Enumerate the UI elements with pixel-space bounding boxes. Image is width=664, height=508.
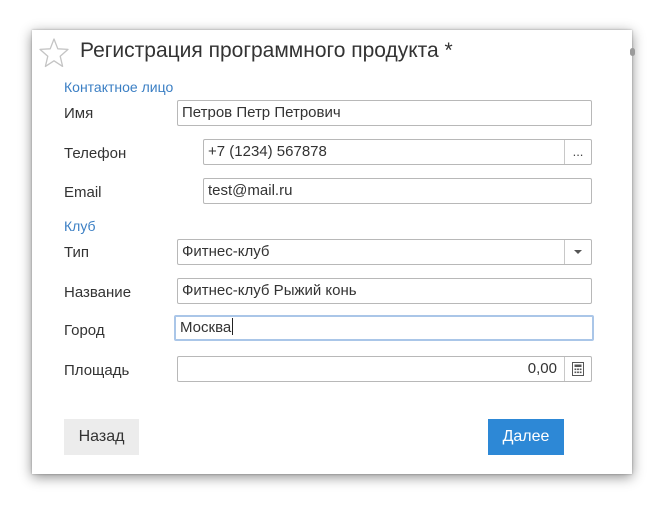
type-value: Фитнес-клуб: [182, 243, 270, 260]
dialog-title: Регистрация программного продукта *: [80, 39, 453, 62]
registration-dialog: Регистрация программного продукта * Конт…: [32, 30, 635, 474]
area-value: 0,00: [527, 360, 557, 377]
email-label: Email: [64, 184, 102, 201]
city-value: Москва: [180, 319, 232, 336]
email-value: test@mail.ru: [208, 182, 293, 199]
phone-select-button[interactable]: ...: [564, 140, 591, 164]
section-club: Клуб: [64, 218, 96, 234]
text-caret: [232, 318, 234, 335]
back-button[interactable]: Назад: [64, 419, 139, 455]
type-select[interactable]: Фитнес-клуб: [177, 239, 592, 265]
phone-value: +7 (1234) 567878: [208, 143, 327, 160]
calculator-icon[interactable]: [564, 357, 591, 381]
next-button[interactable]: Далее: [488, 419, 564, 455]
city-input[interactable]: Москва: [174, 315, 594, 341]
phone-label: Телефон: [64, 145, 127, 162]
email-input[interactable]: test@mail.ru: [203, 178, 592, 204]
name-input[interactable]: Петров Петр Петрович: [177, 100, 592, 126]
city-label: Город: [64, 322, 105, 339]
close-icon[interactable]: [630, 48, 635, 56]
section-contact: Контактное лицо: [64, 79, 174, 95]
type-label: Тип: [64, 244, 90, 261]
area-label: Площадь: [64, 362, 130, 379]
club-name-label: Название: [64, 284, 132, 301]
name-label: Имя: [64, 105, 94, 122]
name-value: Петров Петр Петрович: [182, 104, 341, 121]
club-name-value: Фитнес-клуб Рыжий конь: [182, 282, 357, 299]
star-icon[interactable]: [38, 37, 70, 69]
area-input[interactable]: 0,00: [177, 356, 592, 382]
club-name-input[interactable]: Фитнес-клуб Рыжий конь: [177, 278, 592, 304]
chevron-down-icon[interactable]: [564, 240, 591, 264]
phone-input[interactable]: +7 (1234) 567878 ...: [203, 139, 592, 165]
